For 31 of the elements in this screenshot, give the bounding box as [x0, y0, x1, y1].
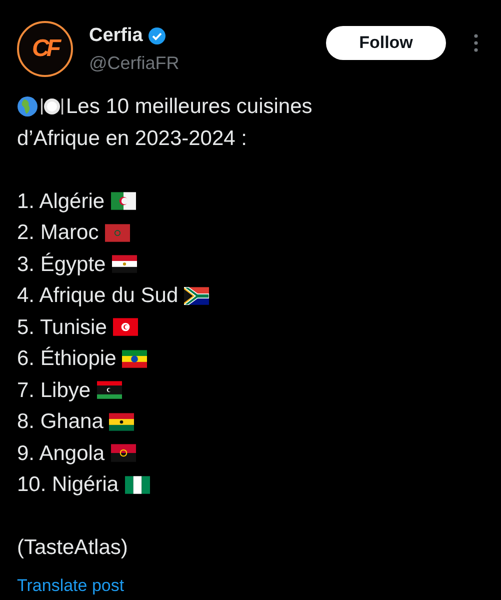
author-handle[interactable]: @CerfiaFR [89, 52, 310, 74]
author-name[interactable]: Cerfia [89, 24, 143, 46]
flag-icon [110, 444, 136, 462]
source-text: (TasteAtlas) [17, 535, 129, 561]
ranking-item: 7. Libye [17, 378, 91, 404]
ranking-item: 10. Nigéria [17, 472, 119, 498]
translate-link[interactable]: Translate post [17, 570, 124, 600]
ranking-item: 6. Éthiopie [17, 346, 116, 372]
flag-icon [96, 381, 122, 400]
flag-icon [184, 286, 210, 305]
flag-icon [112, 318, 138, 336]
flag-icon [109, 412, 134, 431]
more-options-icon[interactable] [474, 34, 478, 52]
ranking-item: 1. Algérie [17, 188, 105, 214]
flag-icon [124, 476, 150, 494]
flag-icon [112, 255, 137, 274]
post-intro-line: d’Afrique en 2023-2024 : [17, 126, 248, 152]
follow-button[interactable]: Follow [326, 26, 446, 60]
ranking-item: 3. Égypte [17, 252, 106, 278]
flag-icon [104, 224, 130, 242]
ranking-item: 9. Angola [17, 440, 105, 466]
post-intro-line: Les 10 meilleures cuisines [66, 94, 312, 120]
ranking-item: 4. Afrique du Sud [17, 283, 178, 309]
ranking-item: 8. Ghana [17, 409, 104, 435]
ranking-item: 5. Tunisie [17, 314, 107, 340]
avatar[interactable]: CF [17, 21, 73, 77]
globe-icon [17, 96, 38, 118]
flag-icon [122, 350, 148, 368]
ranking-item: 2. Maroc [17, 220, 99, 246]
flag-icon [110, 192, 136, 210]
plate-with-cutlery-icon [40, 96, 64, 118]
